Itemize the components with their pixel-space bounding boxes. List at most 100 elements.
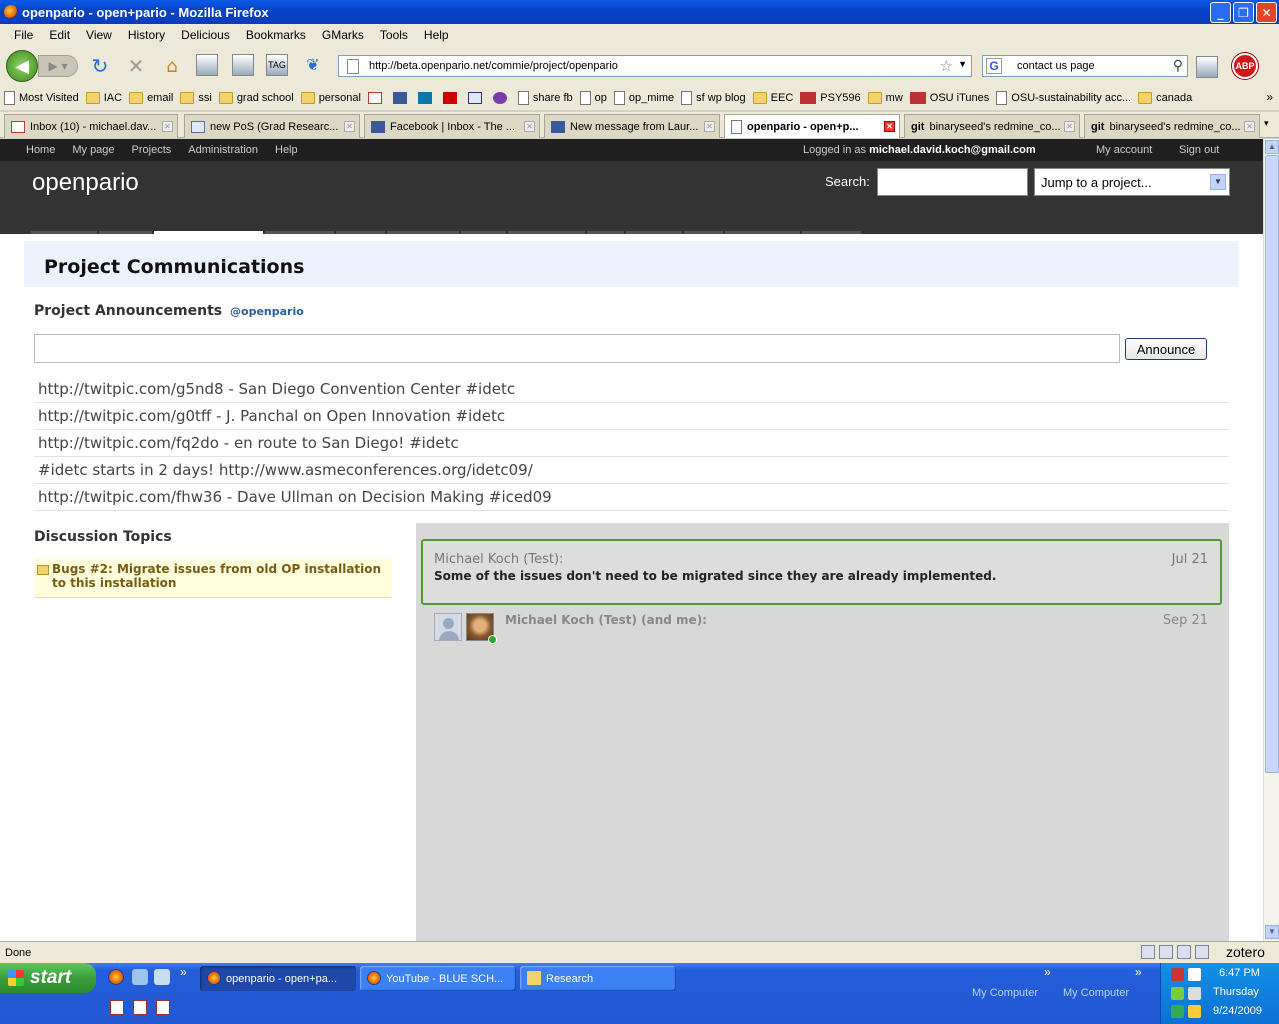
menu-delicious[interactable]: Delicious	[173, 28, 238, 42]
jump-to-project-select[interactable]: Jump to a project... ▼	[1034, 168, 1230, 196]
menu-view[interactable]: View	[78, 28, 120, 42]
menu-bookmarks[interactable]: Bookmarks	[238, 28, 314, 42]
menu-file[interactable]: File	[6, 28, 41, 42]
close-tab-icon[interactable]: ✕	[1244, 121, 1255, 132]
bookmark-item[interactable]	[492, 92, 511, 104]
logged-in-user-link[interactable]: michael.david.koch@gmail.com	[869, 144, 1036, 156]
bookmark-item[interactable]	[417, 92, 436, 104]
tab-list-dropdown-icon[interactable]: ▾	[1264, 118, 1269, 129]
mail-tray-icon[interactable]	[1188, 968, 1201, 981]
bookmark-item[interactable]: share fb	[517, 91, 573, 105]
url-dropdown-icon[interactable]: ▼	[958, 59, 967, 69]
quicklaunch-chevron-icon[interactable]: »	[180, 965, 187, 979]
menu-tools[interactable]: Tools	[372, 28, 416, 42]
top-menu-projects[interactable]: Projects	[132, 144, 172, 156]
toolbar-chevron-icon[interactable]: »	[1044, 965, 1051, 979]
announce-button[interactable]: Announce	[1125, 338, 1207, 360]
bookmark-item[interactable]: mw	[867, 92, 903, 104]
bookmark-item[interactable]: grad school	[218, 92, 294, 104]
back-button[interactable]: ◀	[6, 50, 38, 82]
mail-icon[interactable]	[1177, 945, 1191, 959]
site-search-input[interactable]	[877, 168, 1028, 196]
menu-gmarks[interactable]: GMarks	[314, 28, 372, 42]
tab-redmine-2[interactable]: git binaryseed's redmine_co... ✕	[1084, 114, 1260, 138]
quicklaunch-icon[interactable]	[154, 969, 170, 985]
bookmark-item[interactable]: email	[129, 92, 173, 104]
forward-button[interactable]: ▶ ▾	[38, 55, 78, 77]
close-tab-icon[interactable]: ✕	[162, 121, 173, 132]
bookmark-item[interactable]	[392, 92, 411, 104]
discussion-topic-item[interactable]: Bugs #2: Migrate issues from old OP inst…	[34, 558, 392, 598]
zotero-button[interactable]: zotero	[1226, 944, 1265, 960]
bookmark-item[interactable]	[367, 92, 386, 104]
announcement-item[interactable]: http://twitpic.com/g5nd8 - San Diego Con…	[34, 376, 1229, 403]
close-tab-icon[interactable]: ✕	[1064, 121, 1075, 132]
top-menu-administration[interactable]: Administration	[188, 144, 258, 156]
home-button[interactable]: ⌂	[160, 54, 184, 78]
bookmark-star-icon[interactable]: ☆	[940, 57, 953, 75]
pdf-quicklaunch-icon[interactable]	[133, 1000, 147, 1015]
bookmark-item[interactable]: ssi	[180, 92, 212, 104]
bookmark-item[interactable]: Most Visited	[4, 91, 79, 105]
taskbar-button-research[interactable]: Research	[520, 966, 676, 991]
tab-redmine-1[interactable]: git binaryseed's redmine_co... ✕	[904, 114, 1080, 138]
tab-gmail-inbox[interactable]: Inbox (10) - michael.dav... ✕	[4, 114, 178, 138]
tray-icon[interactable]	[1188, 987, 1201, 1000]
bookmark-item[interactable]: OSU-sustainability acc...	[996, 91, 1131, 105]
tab-openpario[interactable]: openpario - open+p... ✕	[724, 114, 900, 138]
quicklaunch-icon[interactable]	[132, 969, 148, 985]
url-bar[interactable]: http://beta.openpario.net/commie/project…	[338, 55, 972, 77]
bookmark-item[interactable]	[442, 92, 461, 104]
google-icon[interactable]: G	[986, 58, 1002, 74]
bookmark-item[interactable]: op	[579, 91, 607, 105]
tray-icon[interactable]	[1171, 987, 1184, 1000]
toolbar-chevron-icon[interactable]: »	[1135, 965, 1142, 979]
taskbar-button-youtube[interactable]: YouTube - BLUE SCH...	[360, 966, 516, 991]
toolbar-addon-icon[interactable]	[232, 54, 254, 76]
bird-icon[interactable]: ❦	[302, 54, 324, 76]
close-tab-icon[interactable]: ✕	[704, 121, 715, 132]
reload-button[interactable]: ↻	[88, 54, 112, 78]
announcement-input[interactable]	[34, 334, 1120, 363]
vertical-scrollbar[interactable]: ▲ ▼	[1263, 139, 1279, 941]
tray-icon[interactable]	[1171, 1005, 1184, 1018]
bookmark-item[interactable]: op_mime	[613, 91, 674, 105]
my-computer-toolbar[interactable]: My Computer	[1063, 987, 1129, 999]
close-tab-icon[interactable]: ✕	[524, 121, 535, 132]
bookmark-item[interactable]: EEC	[752, 92, 793, 104]
scroll-up-icon[interactable]: ▲	[1265, 140, 1279, 154]
menu-history[interactable]: History	[120, 28, 173, 42]
close-window-button[interactable]: ✕	[1256, 2, 1277, 23]
firefox-quicklaunch-icon[interactable]	[108, 969, 124, 985]
announcement-item[interactable]: http://twitpic.com/fhw36 - Dave Ullman o…	[34, 484, 1229, 511]
search-bar[interactable]: G contact us page ⚲	[982, 55, 1188, 77]
bookmark-item[interactable]: OSU iTunes	[909, 92, 989, 104]
announcement-item[interactable]: http://twitpic.com/g0tff - J. Panchal on…	[34, 403, 1229, 430]
bookmark-item[interactable]: personal	[300, 92, 361, 104]
my-computer-toolbar[interactable]: My Computer	[972, 987, 1038, 999]
tab-new-pos[interactable]: new PoS (Grad Researc... ✕	[184, 114, 360, 138]
bookmark-item[interactable]: canada	[1138, 92, 1192, 104]
scroll-thumb[interactable]	[1265, 155, 1279, 773]
clock-time[interactable]: 6:47 PM	[1219, 967, 1260, 979]
top-menu-my-page[interactable]: My page	[72, 144, 114, 156]
scroll-down-icon[interactable]: ▼	[1265, 925, 1279, 939]
tab-facebook-inbox[interactable]: Facebook | Inbox - The ... ✕	[364, 114, 540, 138]
stop-button[interactable]: ✕	[124, 54, 148, 78]
menu-edit[interactable]: Edit	[41, 28, 78, 42]
twitter-handle-link[interactable]: @openpario	[230, 305, 304, 318]
minimize-button[interactable]: _	[1210, 2, 1231, 23]
status-addon-icon[interactable]	[1195, 945, 1209, 959]
pdf-quicklaunch-icon[interactable]	[110, 1000, 124, 1015]
top-menu-home[interactable]: Home	[26, 144, 55, 156]
bookmark-item[interactable]: IAC	[85, 92, 122, 104]
status-addon-icon[interactable]	[1159, 945, 1173, 959]
adblock-plus-icon[interactable]: ABP	[1232, 53, 1258, 79]
bookmark-item[interactable]: sf wp blog	[681, 91, 746, 105]
maximize-button[interactable]: ❐	[1233, 2, 1254, 23]
window-switch-icon[interactable]	[1196, 56, 1218, 78]
taskbar-button-openpario[interactable]: openpario - open+pa...	[200, 966, 356, 991]
toolbar-addon-icon[interactable]	[196, 54, 218, 76]
close-tab-icon[interactable]: ✕	[884, 121, 895, 132]
announcement-item[interactable]: http://twitpic.com/fq2do - en route to S…	[34, 430, 1229, 457]
